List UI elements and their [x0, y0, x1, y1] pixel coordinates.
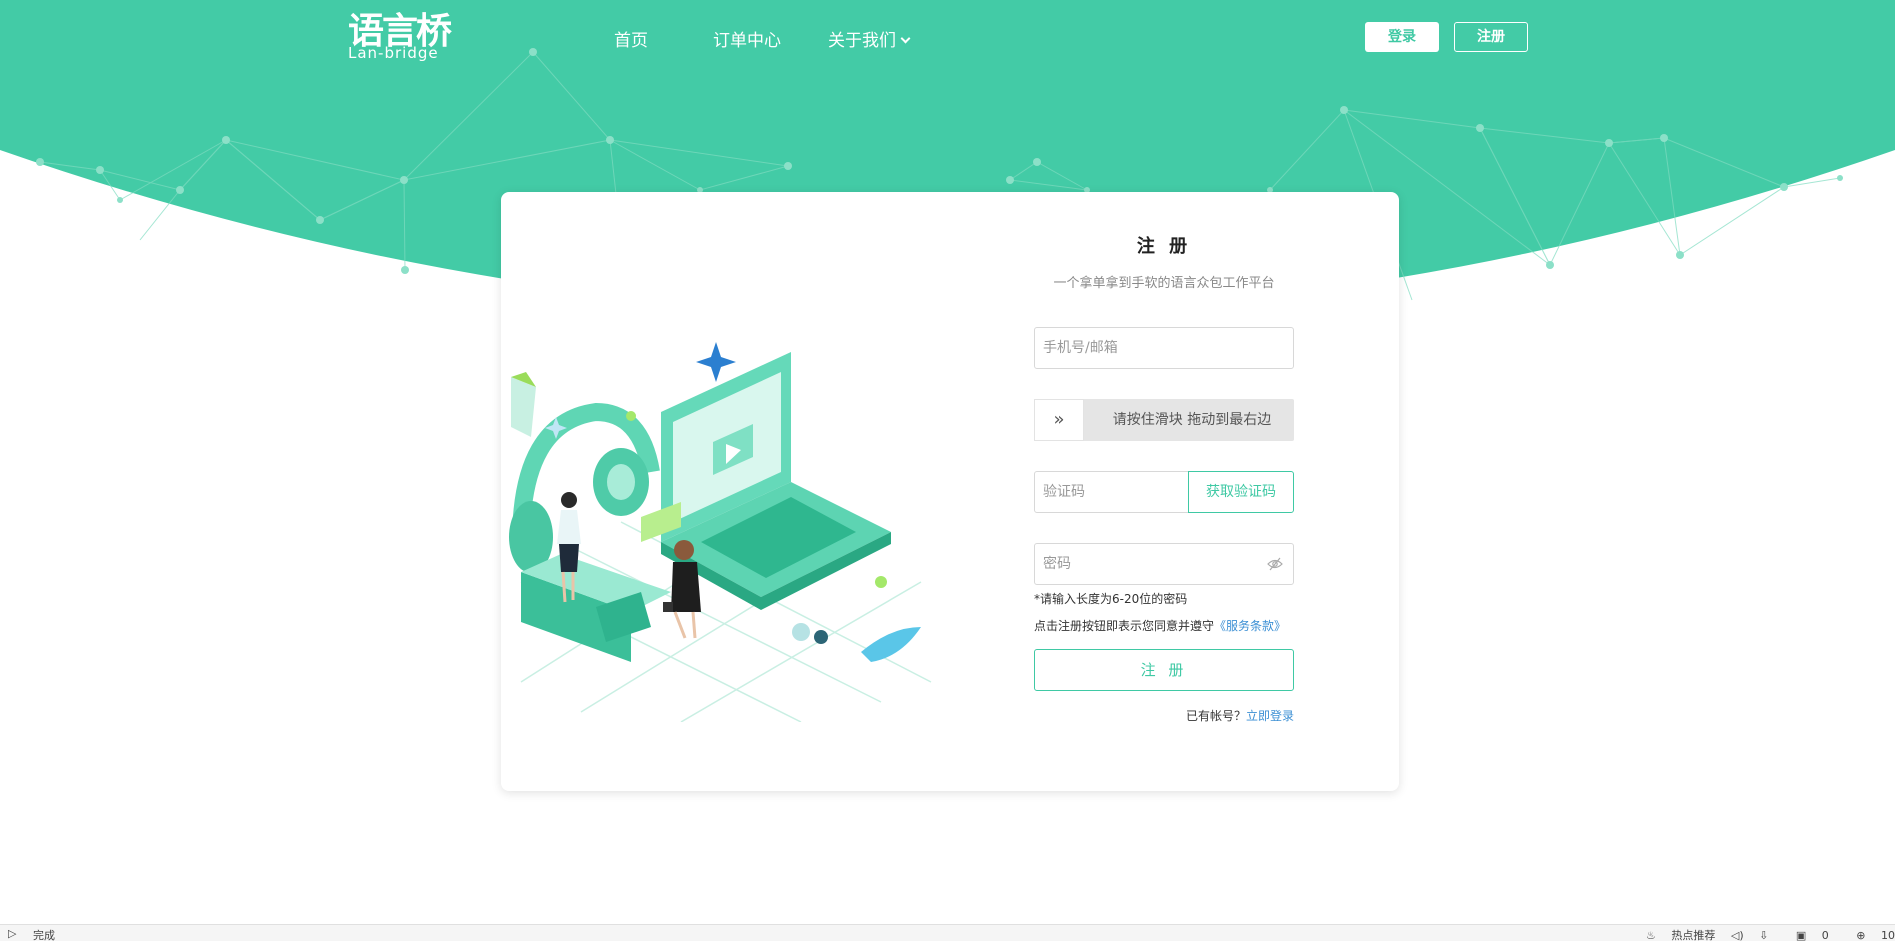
- zoom-value: 10: [1881, 929, 1895, 941]
- login-button[interactable]: 登录: [1365, 22, 1439, 52]
- nav-order-center[interactable]: 订单中心: [713, 26, 781, 51]
- zoom-icon: ⊕: [1856, 929, 1866, 941]
- hot-recommend[interactable]: ♨ 热点推荐: [1634, 929, 1715, 941]
- slider-captcha[interactable]: » 请按住滑块 拖动到最右边: [1034, 399, 1294, 441]
- workspace-illustration: [509, 342, 932, 722]
- download-icon[interactable]: ⇩: [1759, 929, 1768, 941]
- have-account: 已有帐号？立即登录: [1186, 707, 1294, 724]
- hot-recommend-label: 热点推荐: [1671, 929, 1716, 941]
- submit-register-button[interactable]: 注 册: [1034, 649, 1294, 691]
- slider-instruction: 请按住滑块 拖动到最右边: [1112, 412, 1272, 428]
- counter[interactable]: ▣ 0: [1784, 929, 1829, 941]
- register-button[interactable]: 注册: [1454, 22, 1528, 52]
- counter-icon: ▣: [1795, 929, 1807, 941]
- nav-home[interactable]: 首页: [614, 26, 648, 51]
- verification-code-input[interactable]: [1035, 472, 1188, 512]
- status-text: 完成: [33, 929, 55, 941]
- have-account-text: 已有帐号？: [1185, 709, 1246, 723]
- terms-prefix: 点击注册按钮即表示您同意并遵守: [1034, 619, 1215, 633]
- get-code-button[interactable]: 获取验证码: [1188, 471, 1294, 513]
- password-hint: *请输入长度为6-20位的密码: [1034, 592, 1188, 606]
- account-input[interactable]: [1035, 328, 1293, 368]
- lan-bridge-logo[interactable]: 语言桥 Lan-bridge: [348, 12, 452, 62]
- play-icon[interactable]: ▷: [8, 927, 16, 940]
- chevron-down-icon: [900, 33, 911, 44]
- zoom[interactable]: ⊕ 10: [1844, 929, 1895, 941]
- eye-hidden-icon[interactable]: [1267, 557, 1283, 571]
- logo-english: Lan-bridge: [348, 44, 439, 62]
- form-title: 注 册: [1136, 236, 1192, 257]
- top-navigation: 语言桥 Lan-bridge 首页 订单中心 关于我们 登录 注册: [0, 0, 1895, 78]
- slider-handle[interactable]: »: [1034, 399, 1084, 441]
- browser-status-bar: ▷ 完成 ♨ 热点推荐 ◁) ⇩ ▣ 0 ⊕ 10: [0, 924, 1895, 941]
- page: 语言桥 Lan-bridge 首页 订单中心 关于我们 登录 注册 注 册 一个…: [0, 0, 1895, 941]
- password-input[interactable]: [1035, 544, 1293, 584]
- flame-icon: ♨: [1646, 929, 1656, 941]
- terms-link[interactable]: 《服务条款》: [1214, 619, 1286, 633]
- form-subtitle: 一个拿单拿到手软的语言众包工作平台: [1053, 276, 1275, 291]
- counter-value: 0: [1821, 929, 1829, 941]
- login-now-link[interactable]: 立即登录: [1246, 709, 1294, 723]
- terms-notice: 点击注册按钮即表示您同意并遵守《服务条款》: [1034, 617, 1286, 634]
- status-bar-right: ♨ 热点推荐 ◁) ⇩ ▣ 0 ⊕ 10: [1622, 927, 1895, 941]
- nav-about-us-label: 关于我们: [828, 31, 896, 51]
- register-card: 注 册 一个拿单拿到手软的语言众包工作平台 » 请按住滑块 拖动到最右边 获取验…: [501, 192, 1399, 791]
- account-field[interactable]: [1034, 327, 1294, 369]
- password-field[interactable]: [1034, 543, 1294, 585]
- speaker-icon[interactable]: ◁): [1731, 929, 1744, 941]
- verification-code-field[interactable]: [1034, 471, 1189, 513]
- nav-about-us[interactable]: 关于我们: [828, 26, 911, 51]
